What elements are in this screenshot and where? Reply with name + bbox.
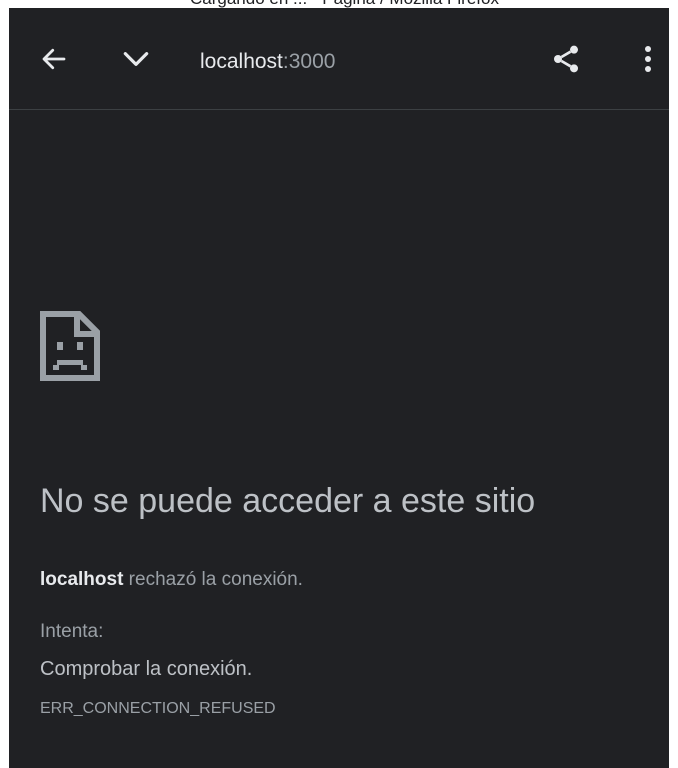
browser-toolbar: localhost:3000 bbox=[9, 8, 669, 110]
url-port: :3000 bbox=[282, 50, 336, 73]
browser-screen: localhost:3000 No se puede acceder a est… bbox=[9, 8, 669, 768]
clipped-top-strip: Cargando en ... - Página / Mozilla Firef… bbox=[0, 0, 678, 8]
sad-page-icon bbox=[39, 310, 101, 382]
error-headline: No se puede acceder a este sitio bbox=[40, 482, 536, 520]
arrow-left-icon[interactable] bbox=[35, 40, 73, 78]
error-code: ERR_CONNECTION_REFUSED bbox=[40, 700, 276, 717]
suggestion-item: Comprobar la conexión. bbox=[40, 658, 253, 680]
error-message: localhost rechazó la conexión. bbox=[40, 569, 303, 591]
error-message-text: rechazó la conexión. bbox=[123, 569, 303, 590]
error-message-host: localhost bbox=[40, 569, 124, 590]
chevron-down-icon[interactable] bbox=[117, 40, 155, 78]
url-bar[interactable]: localhost:3000 bbox=[200, 50, 335, 74]
share-icon[interactable] bbox=[547, 40, 585, 78]
url-host: localhost bbox=[200, 50, 283, 73]
try-label: Intenta: bbox=[40, 621, 104, 642]
vertical-dots-icon[interactable] bbox=[629, 40, 667, 78]
